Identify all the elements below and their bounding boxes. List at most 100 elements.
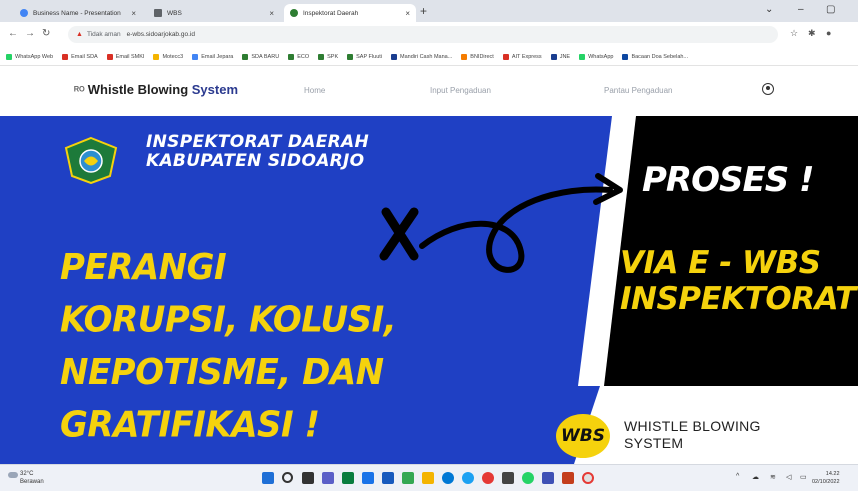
site-navbar: ᴿᴼ Whistle Blowing System Home Input Peng… xyxy=(0,66,858,116)
bookmark-label: WhatsApp Web xyxy=(15,53,54,60)
bookmark-label: WhatsApp xyxy=(588,53,614,60)
bookmark-label: ECO xyxy=(297,53,310,60)
app-icon[interactable] xyxy=(582,472,594,484)
cloud-icon xyxy=(8,472,18,478)
powerpoint-icon[interactable] xyxy=(562,472,574,484)
via-line-2: INSPEKTORAT xyxy=(620,281,856,317)
bookmark-item[interactable]: Motecc3 xyxy=(153,53,183,60)
nav-pantau-pengaduan-link[interactable]: Pantau Pengaduan xyxy=(604,86,673,95)
clock-time: 14.22 xyxy=(825,471,840,477)
bookmark-item[interactable]: SPK xyxy=(318,53,339,60)
tab-search-icon[interactable]: ⌄ xyxy=(765,4,773,15)
maximize-button[interactable]: ▢ xyxy=(826,4,835,15)
os-taskbar: 32°C Berawan ^ ☁ ≋ ◁ ▭ 14.22 02/10/2022 xyxy=(0,464,858,491)
bookmark-label: SPK xyxy=(327,53,339,60)
cloud-sync-icon[interactable]: ☁ xyxy=(752,473,759,481)
institution-name: INSPEKTORAT DAERAH KABUPATEN SIDOARJO xyxy=(146,133,369,171)
task-view-icon[interactable] xyxy=(302,472,314,484)
bookmark-favicon-icon xyxy=(153,53,160,60)
search-icon[interactable] xyxy=(282,472,293,483)
forward-icon[interactable]: → xyxy=(25,28,35,39)
extensions-icon[interactable]: ✱ xyxy=(808,28,816,39)
app-icon[interactable] xyxy=(502,472,514,484)
start-icon[interactable] xyxy=(262,472,274,484)
bookmark-label: JNE xyxy=(559,53,571,60)
tab-favicon-icon xyxy=(20,9,28,17)
browser-tab-strip: Business Name - Presentation × WBS × Ins… xyxy=(0,0,858,22)
bookmark-favicon-icon xyxy=(6,53,12,60)
new-tab-button[interactable]: + xyxy=(420,4,427,18)
bookmark-item[interactable]: ECO xyxy=(288,53,310,60)
bookmark-favicon-icon xyxy=(461,53,468,60)
bookmark-favicon-icon xyxy=(318,53,325,60)
bookmark-item[interactable]: Email SDA xyxy=(62,53,98,60)
bookmark-item[interactable]: WhatsApp Web xyxy=(6,53,54,60)
url-bar[interactable]: ▲ Tidak aman e-wbs.sidoarjokab.go.id xyxy=(68,26,778,43)
close-icon[interactable]: × xyxy=(269,9,274,18)
excel-icon[interactable] xyxy=(342,472,354,484)
via-line-1: VIA E - WBS xyxy=(620,245,821,281)
bookmark-item[interactable]: SAP Fluuti xyxy=(347,53,383,60)
brand-suffix: System xyxy=(191,82,239,97)
bookmark-label: Email SMKI xyxy=(115,53,145,60)
word-icon[interactable] xyxy=(382,472,394,484)
wifi-icon[interactable]: ≋ xyxy=(770,473,776,481)
institution-line-1: INSPEKTORAT DAERAH xyxy=(146,132,369,152)
star-icon[interactable]: ☆ xyxy=(790,28,798,39)
url-text: e-wbs.sidoarjokab.go.id xyxy=(126,31,195,38)
brand-prefix: Whistle Blowing xyxy=(87,82,192,97)
battery-icon[interactable]: ▭ xyxy=(800,473,807,481)
slogan-line-1: PERANGI xyxy=(60,246,227,289)
bookmark-label: Email Jepara xyxy=(201,53,234,60)
via-text: VIA E - WBS INSPEKTORAT xyxy=(620,245,856,317)
chrome-icon[interactable] xyxy=(402,472,414,484)
reload-icon[interactable]: ↻ xyxy=(42,28,50,39)
browser-tab-3-active[interactable]: Inspektorat Daerah × xyxy=(284,4,416,22)
minimize-button[interactable]: – xyxy=(798,4,804,15)
bookmark-label: AIT Express xyxy=(511,53,542,60)
slogan-line-3: NEPOTISME, DAN xyxy=(60,351,384,394)
app-icon[interactable] xyxy=(482,472,494,484)
back-icon[interactable]: ← xyxy=(8,28,18,39)
browser-tab-1[interactable]: Business Name - Presentation × xyxy=(14,4,142,22)
chat-icon[interactable] xyxy=(322,472,334,484)
nav-home-link[interactable]: Home xyxy=(304,86,325,95)
site-brand[interactable]: ᴿᴼ Whistle Blowing System xyxy=(74,82,238,97)
bookmark-favicon-icon xyxy=(62,53,69,60)
bookmark-item[interactable]: JNE xyxy=(550,53,571,60)
bookmark-favicon-icon xyxy=(579,53,586,60)
file-explorer-icon[interactable] xyxy=(422,472,434,484)
volume-icon[interactable]: ◁ xyxy=(786,473,791,481)
bookmark-item[interactable]: WhatsApp xyxy=(579,53,614,60)
profile-icon[interactable]: ● xyxy=(826,28,831,38)
user-profile-icon[interactable] xyxy=(762,83,774,95)
app-icon[interactable] xyxy=(542,472,554,484)
nav-input-pengaduan-link[interactable]: Input Pengaduan xyxy=(430,86,491,95)
slogan-line-4: GRATIFIKASI ! xyxy=(60,403,320,446)
chevron-up-icon[interactable]: ^ xyxy=(736,473,739,480)
bookmark-favicon-icon xyxy=(550,53,557,60)
bookmark-item[interactable]: Email Jepara xyxy=(192,53,234,60)
whatsapp-icon[interactable] xyxy=(522,472,534,484)
bookmark-item[interactable]: Email SMKI xyxy=(106,53,145,60)
wbs-logo-badge: WBS xyxy=(556,414,610,458)
bookmark-item[interactable]: SDA BARU xyxy=(242,53,279,60)
system-clock[interactable]: 14.22 02/10/2022 xyxy=(812,470,840,486)
bookmark-item[interactable]: Mandiri Cash Mana... xyxy=(391,53,452,60)
wbs-logo-text: WHISTLE BLOWING SYSTEM xyxy=(624,418,761,452)
app-icon[interactable] xyxy=(462,472,474,484)
weather-widget[interactable]: 32°C Berawan xyxy=(8,470,44,486)
bookmark-item[interactable]: BNIDirect xyxy=(461,53,494,60)
close-icon[interactable]: × xyxy=(131,9,136,18)
bookmark-item[interactable]: AIT Express xyxy=(502,53,542,60)
close-icon[interactable]: × xyxy=(405,9,410,18)
bookmark-label: BNIDirect xyxy=(470,53,494,60)
bookmark-item[interactable]: Bacaan Doa Sebelah... xyxy=(622,53,688,60)
browser-tab-2[interactable]: WBS × xyxy=(148,4,280,22)
app-icon[interactable] xyxy=(362,472,374,484)
tab-label: Business Name - Presentation xyxy=(33,9,121,17)
edge-icon[interactable] xyxy=(442,472,454,484)
warning-icon[interactable]: ▲ xyxy=(76,31,83,38)
bookmark-label: SAP Fluuti xyxy=(356,53,383,60)
tab-favicon-icon xyxy=(154,9,162,17)
